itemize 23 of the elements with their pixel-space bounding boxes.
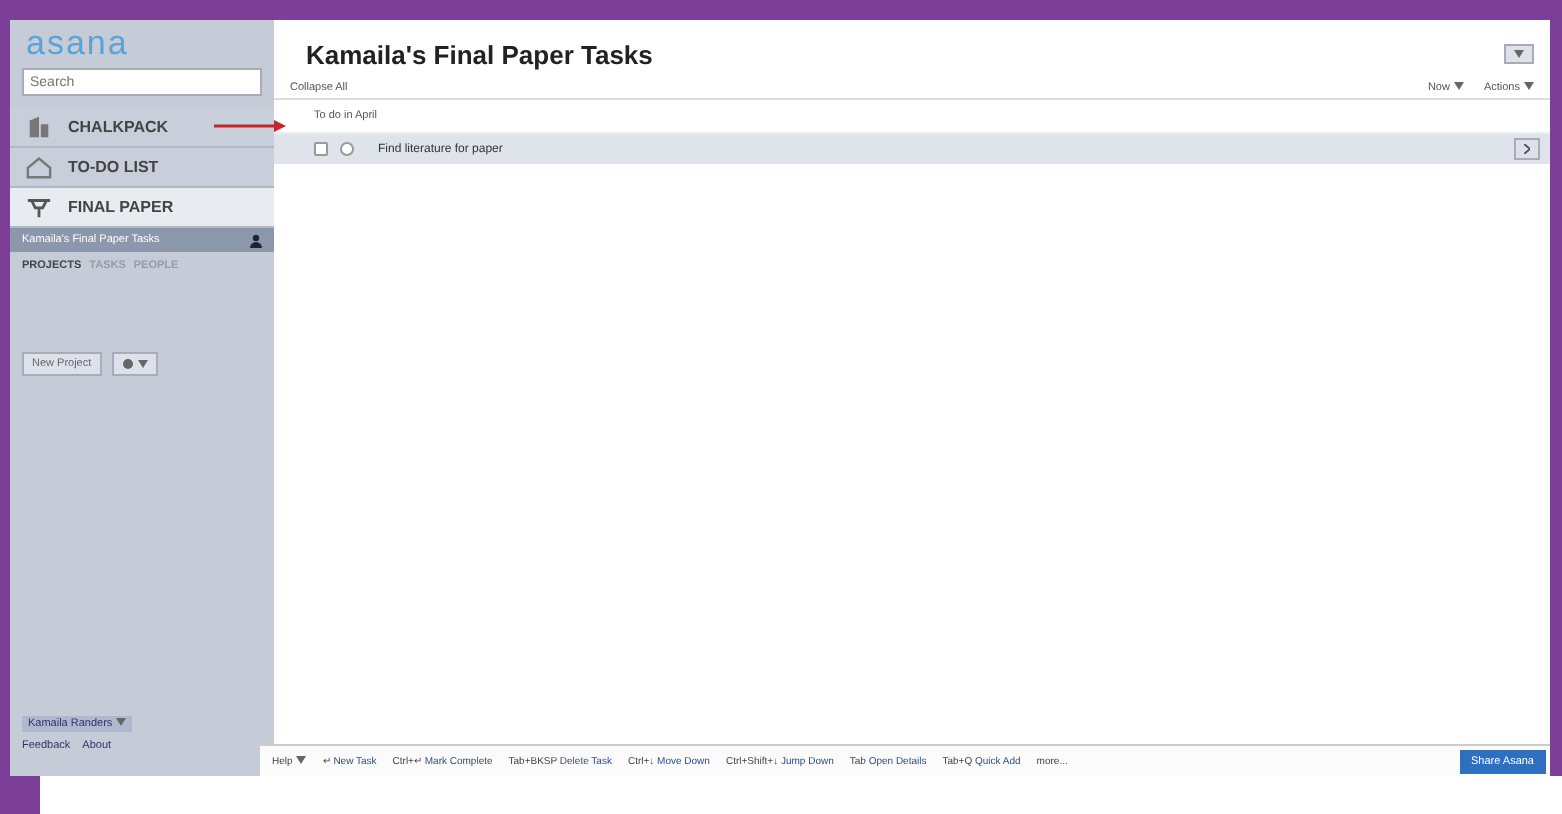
status-circle[interactable] xyxy=(340,142,354,156)
building-icon xyxy=(26,114,52,140)
nav-item[interactable]: CHALKPACK xyxy=(10,108,274,148)
person-icon xyxy=(250,233,262,247)
settings-button[interactable] xyxy=(111,352,158,376)
caret-icon xyxy=(116,718,127,726)
dropdown-button[interactable] xyxy=(1504,44,1534,64)
project-title: Kamaila's Final Paper Tasks xyxy=(306,39,653,69)
nav-item[interactable]: FINAL PAPER xyxy=(10,188,274,228)
caret-icon xyxy=(1453,81,1464,89)
house-icon xyxy=(26,154,52,180)
caret-icon xyxy=(1514,50,1524,58)
tree-icon xyxy=(26,194,52,220)
checkbox[interactable] xyxy=(314,142,328,156)
chevron-right-icon xyxy=(1524,144,1530,154)
arrow-icon xyxy=(214,120,286,132)
nav-item[interactable]: TO-DO LIST xyxy=(10,148,274,188)
caret-icon xyxy=(1524,81,1534,89)
gear-icon xyxy=(121,358,134,370)
details-button[interactable] xyxy=(1514,138,1540,160)
caret-icon xyxy=(296,755,307,763)
caret-icon xyxy=(137,360,148,368)
logo: asana xyxy=(24,22,131,64)
